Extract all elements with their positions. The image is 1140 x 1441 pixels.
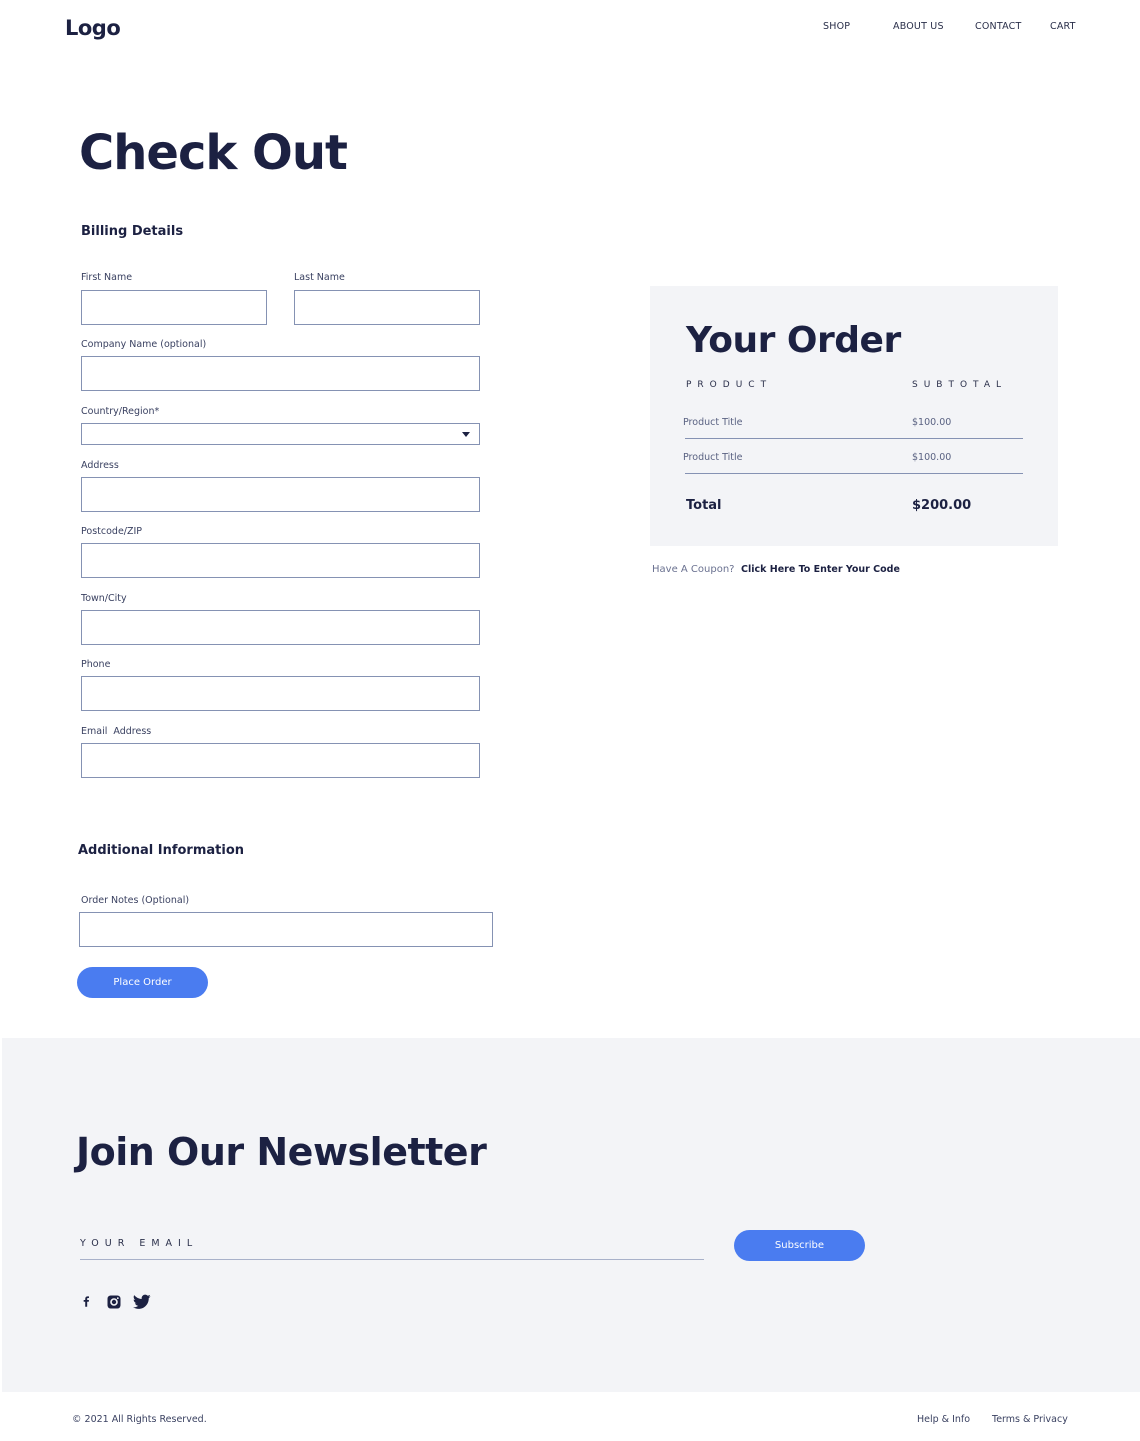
- chevron-down-icon: [462, 432, 470, 437]
- phone-field[interactable]: [81, 676, 480, 711]
- company-name-label: Company Name (optional): [81, 339, 207, 350]
- country-label: Country/Region*: [81, 406, 160, 417]
- nav-about-us[interactable]: ABOUT US: [893, 21, 944, 32]
- order-summary-card: Your Order PRODUCT SUBTOTAL Product Titl…: [650, 286, 1058, 546]
- phone-label: Phone: [81, 659, 111, 670]
- newsletter-email-input[interactable]: [80, 1234, 704, 1260]
- footer-link-help[interactable]: Help & Info: [917, 1414, 970, 1425]
- divider: [685, 473, 1023, 474]
- address-field[interactable]: [81, 477, 480, 512]
- coupon-link[interactable]: Click Here To Enter Your Code: [741, 564, 900, 575]
- total-label: Total: [686, 498, 722, 513]
- order-title: Your Order: [686, 320, 901, 361]
- logo[interactable]: Logo: [65, 16, 121, 40]
- town-city-field[interactable]: [81, 610, 480, 645]
- last-name-field[interactable]: [294, 290, 480, 325]
- order-item-price: $100.00: [912, 452, 952, 463]
- postcode-field[interactable]: [81, 543, 480, 578]
- subtotal-column-header: SUBTOTAL: [912, 380, 1008, 390]
- facebook-icon[interactable]: [78, 1294, 94, 1310]
- first-name-field[interactable]: [81, 290, 267, 325]
- first-name-label: First Name: [81, 272, 133, 283]
- order-notes-label: Order Notes (Optional): [81, 895, 190, 906]
- email-field[interactable]: [81, 743, 480, 778]
- postcode-label: Postcode/ZIP: [81, 526, 143, 537]
- order-item-name: Product Title: [683, 452, 743, 463]
- town-city-label: Town/City: [81, 593, 127, 604]
- order-notes-field[interactable]: [79, 912, 493, 947]
- twitter-icon[interactable]: [132, 1294, 151, 1310]
- order-item-price: $100.00: [912, 417, 952, 428]
- newsletter-title: Join Our Newsletter: [76, 1130, 487, 1174]
- divider: [685, 438, 1023, 439]
- footer-link-terms[interactable]: Terms & Privacy: [992, 1414, 1068, 1425]
- newsletter-section: Join Our Newsletter Subscribe: [2, 1038, 1140, 1392]
- coupon-question: Have A Coupon?: [652, 564, 735, 575]
- email-label: Email Address: [81, 726, 152, 737]
- instagram-icon[interactable]: [106, 1294, 122, 1310]
- company-name-field[interactable]: [81, 356, 480, 391]
- product-column-header: PRODUCT: [686, 380, 773, 390]
- nav-contact[interactable]: CONTACT: [975, 21, 1021, 32]
- last-name-label: Last Name: [294, 272, 345, 283]
- order-item-name: Product Title: [683, 417, 743, 428]
- nav-cart[interactable]: CART: [1050, 21, 1076, 32]
- country-select[interactable]: [81, 423, 480, 445]
- page-title: Check Out: [79, 125, 348, 181]
- place-order-button[interactable]: Place Order: [77, 967, 208, 998]
- address-label: Address: [81, 460, 119, 471]
- copyright: © 2021 All Rights Reserved.: [72, 1414, 207, 1425]
- billing-details-heading: Billing Details: [81, 224, 184, 239]
- subscribe-button[interactable]: Subscribe: [734, 1230, 865, 1261]
- total-value: $200.00: [912, 498, 972, 513]
- additional-information-heading: Additional Information: [78, 843, 245, 858]
- nav-shop[interactable]: SHOP: [823, 21, 850, 32]
